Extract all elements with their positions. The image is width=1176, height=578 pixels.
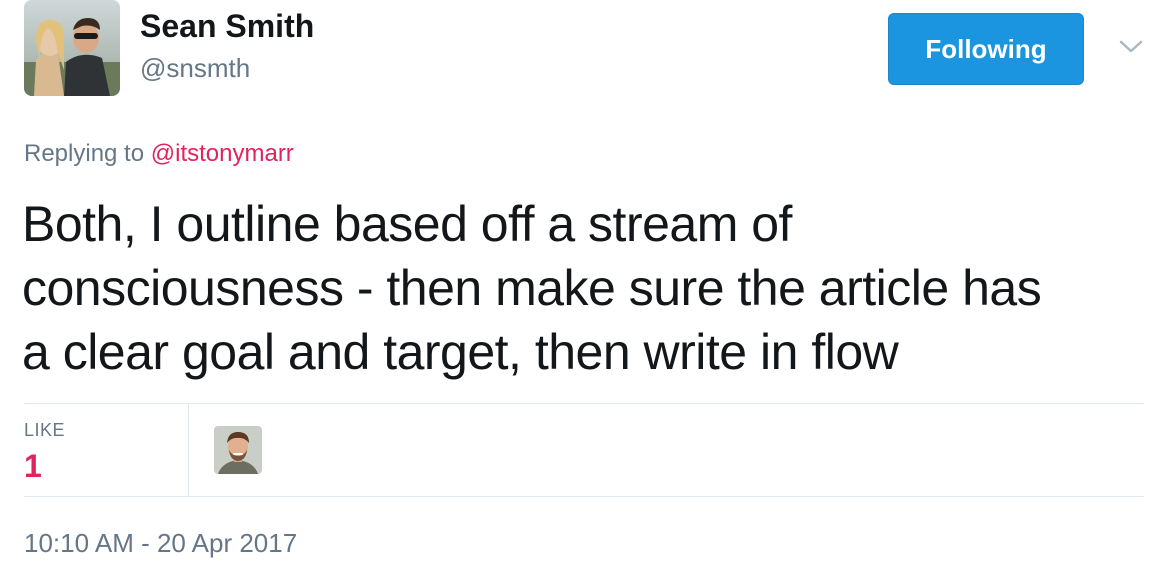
- stats-vertical-divider: [188, 404, 189, 496]
- like-count[interactable]: 1: [24, 446, 42, 486]
- reply-mention-link[interactable]: @itstonymarr: [151, 140, 294, 167]
- reply-prefix: Replying to: [24, 140, 145, 167]
- author-handle[interactable]: @snsmth: [140, 52, 250, 84]
- like-label: LIKE: [24, 420, 66, 440]
- tweet-line: a clear goal and target, then write in f…: [22, 324, 899, 380]
- liker-avatar-photo: [214, 426, 262, 474]
- stats-bottom-divider: [24, 496, 1144, 497]
- tweet-text: Both, I outline based off a stream of co…: [22, 192, 1152, 384]
- author-avatar[interactable]: [24, 0, 120, 96]
- author-avatar-photo: [24, 0, 120, 96]
- following-button[interactable]: Following: [888, 13, 1084, 85]
- liker-avatar[interactable]: [214, 426, 262, 474]
- stats-top-divider: [24, 403, 1144, 404]
- tweet-line: consciousness - then make sure the artic…: [22, 260, 1042, 316]
- author-display-name[interactable]: Sean Smith: [140, 6, 314, 46]
- tweet-line: Both, I outline based off a stream of: [22, 196, 792, 252]
- reply-context: Replying to @itstonymarr: [24, 138, 294, 170]
- tweet-timestamp[interactable]: 10:10 AM - 20 Apr 2017: [24, 526, 297, 560]
- chevron-down-icon[interactable]: [1118, 38, 1144, 56]
